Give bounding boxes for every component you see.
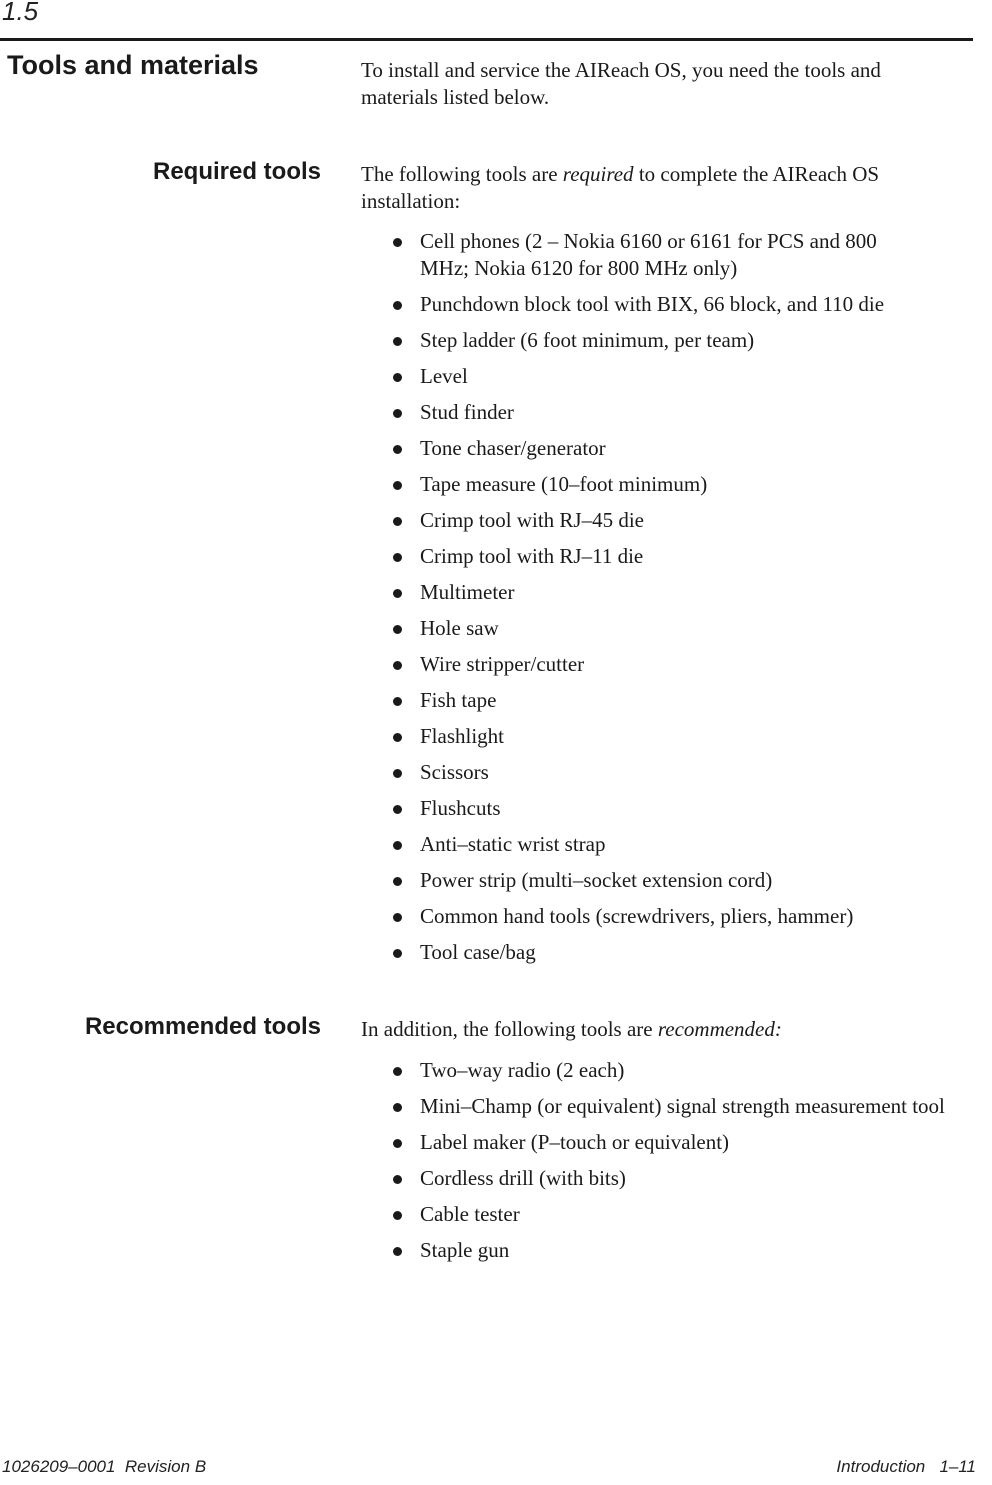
list-item: Cell phones (2 – Nokia 6160 or 6161 for …	[393, 228, 920, 282]
list-item: Level	[393, 363, 920, 390]
bullet-icon	[393, 481, 402, 490]
footer-page-number: 1–11	[939, 1457, 976, 1476]
footer-chapter: Introduction	[836, 1457, 926, 1476]
list-item-text: Two–way radio (2 each)	[420, 1058, 625, 1082]
recommended-intro-paragraph: In addition, the following tools are rec…	[361, 1016, 961, 1043]
list-item-text: Stud finder	[420, 400, 514, 424]
bullet-icon	[393, 661, 402, 670]
bullet-icon	[393, 589, 402, 598]
required-tools-list: Cell phones (2 – Nokia 6160 or 6161 for …	[393, 228, 920, 975]
list-item: Stud finder	[393, 399, 920, 426]
heading-recommended-tools: Recommended tools	[84, 1013, 321, 1040]
tools-intro-paragraph: To install and service the AIReach OS, y…	[361, 58, 881, 109]
list-item-text: Cordless drill (with bits)	[420, 1166, 626, 1190]
bullet-icon	[393, 733, 402, 742]
bullet-icon	[393, 913, 402, 922]
list-item: Label maker (P–touch or equivalent)	[393, 1129, 945, 1156]
recommended-emphasis: recommended:	[657, 1017, 782, 1041]
list-item: Hole saw	[393, 615, 920, 642]
bullet-icon	[393, 409, 402, 418]
list-item-text: Punchdown block tool with BIX, 66 block,…	[420, 292, 885, 316]
list-item-text: Scissors	[420, 760, 489, 784]
list-item: Tape measure (10–foot minimum)	[393, 471, 920, 498]
bullet-icon	[393, 373, 402, 382]
list-item: Flushcuts	[393, 795, 920, 822]
list-item-text: Anti–static wrist strap	[420, 832, 606, 856]
list-item-text: Tool case/bag	[420, 940, 536, 964]
bullet-icon	[393, 1175, 402, 1184]
list-item: Wire stripper/cutter	[393, 651, 920, 678]
list-item-text: Cable tester	[420, 1202, 520, 1226]
footer-document-id: 1026209–0001 Revision B	[2, 1457, 207, 1476]
bullet-icon	[393, 553, 402, 562]
footer-page-label: Introduction 1–11	[836, 1457, 976, 1477]
bullet-icon	[393, 949, 402, 958]
list-item-text: Cell phones (2 – Nokia 6160 or 6161 for …	[420, 229, 877, 280]
list-item-text: Tone chaser/generator	[420, 436, 606, 460]
list-item-text: Step ladder (6 foot minimum, per team)	[420, 328, 755, 352]
list-item: Two–way radio (2 each)	[393, 1057, 945, 1084]
bullet-icon	[393, 769, 402, 778]
list-item-text: Hole saw	[420, 616, 499, 640]
list-item: Cordless drill (with bits)	[393, 1165, 945, 1192]
bullet-icon	[393, 1139, 402, 1148]
list-item-text: Crimp tool with RJ–45 die	[420, 508, 645, 532]
list-item-text: Fish tape	[420, 688, 497, 712]
list-item: Power strip (multi–socket extension cord…	[393, 867, 920, 894]
bullet-icon	[393, 445, 402, 454]
bullet-icon	[393, 1247, 402, 1256]
list-item-text: Common hand tools (screwdrivers, pliers,…	[420, 904, 854, 928]
heading-required-tools: Required tools	[152, 158, 321, 185]
required-intro-paragraph: The following tools are required to comp…	[361, 161, 961, 215]
list-item: Punchdown block tool with BIX, 66 block,…	[393, 291, 920, 318]
list-item-text: Tape measure (10–foot minimum)	[420, 472, 708, 496]
list-item-text: Multimeter	[420, 580, 515, 604]
list-item: Cable tester	[393, 1201, 945, 1228]
list-item: Mini–Champ (or equivalent) signal streng…	[393, 1093, 945, 1120]
list-item-text: Crimp tool with RJ–11 die	[420, 544, 644, 568]
list-item: Tone chaser/generator	[393, 435, 920, 462]
bullet-icon	[393, 301, 402, 310]
list-item-text: Flushcuts	[420, 796, 501, 820]
list-item: Crimp tool with RJ–11 die	[393, 543, 920, 570]
list-item: Tool case/bag	[393, 939, 920, 966]
list-item-text: Label maker (P–touch or equivalent)	[420, 1130, 730, 1154]
bullet-icon	[393, 1211, 402, 1220]
bullet-icon	[393, 697, 402, 706]
bullet-icon	[393, 337, 402, 346]
list-item: Scissors	[393, 759, 920, 786]
bullet-icon	[393, 625, 402, 634]
list-item: Common hand tools (screwdrivers, pliers,…	[393, 903, 920, 930]
bullet-icon	[393, 877, 402, 886]
heading-tools-and-materials: Tools and materials	[7, 50, 259, 80]
list-item: Crimp tool with RJ–45 die	[393, 507, 920, 534]
list-item: Staple gun	[393, 1237, 945, 1264]
list-item: Multimeter	[393, 579, 920, 606]
list-item-text: Level	[420, 364, 468, 388]
list-item: Anti–static wrist strap	[393, 831, 920, 858]
list-item-text: Mini–Champ (or equivalent) signal streng…	[420, 1094, 945, 1118]
bullet-icon	[393, 517, 402, 526]
required-emphasis: required	[562, 162, 634, 186]
list-item-text: Power strip (multi–socket extension cord…	[420, 868, 773, 892]
list-item: Fish tape	[393, 687, 920, 714]
required-intro-before: The following tools are	[361, 162, 563, 186]
recommended-intro-before: In addition, the following tools are	[361, 1017, 658, 1041]
bullet-icon	[393, 1103, 402, 1112]
bullet-icon	[393, 841, 402, 850]
list-item-text: Wire stripper/cutter	[420, 652, 585, 676]
header-rule	[0, 38, 973, 41]
list-item-text: Flashlight	[420, 724, 505, 748]
bullet-icon	[393, 805, 402, 814]
list-item-text: Staple gun	[420, 1238, 510, 1262]
section-number: 1.5	[2, 0, 39, 26]
bullet-icon	[393, 238, 402, 247]
recommended-tools-list: Two–way radio (2 each) Mini–Champ (or equ…	[393, 1057, 945, 1273]
list-item: Flashlight	[393, 723, 920, 750]
list-item: Step ladder (6 foot minimum, per team)	[393, 327, 920, 354]
bullet-icon	[393, 1067, 402, 1076]
